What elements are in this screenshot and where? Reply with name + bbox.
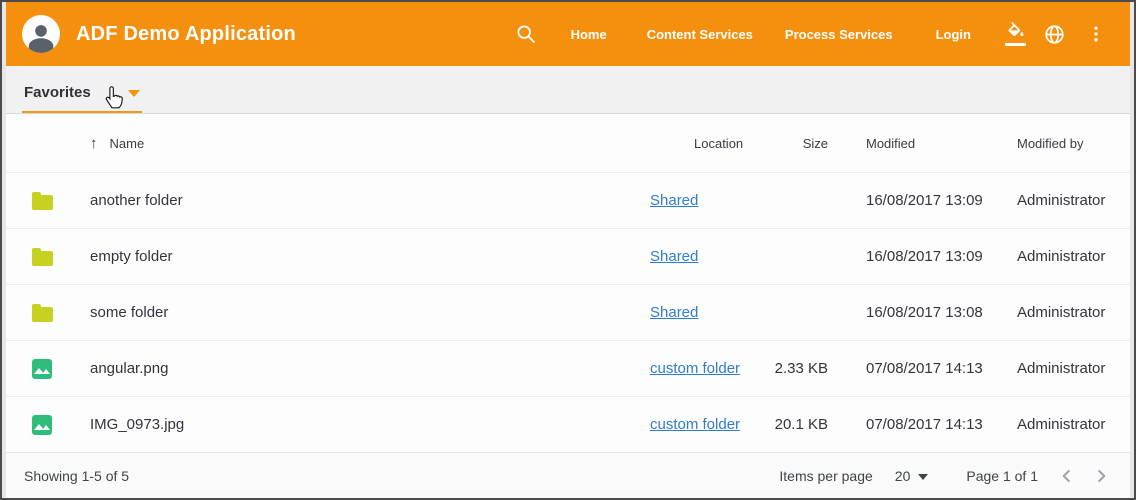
tab-favorites-label: Favorites (24, 84, 91, 101)
nav-login[interactable]: Login (936, 27, 971, 42)
theme-color-icon[interactable] (1005, 22, 1026, 46)
items-per-page-value: 20 (895, 468, 911, 484)
column-header-modified[interactable]: Modified (866, 136, 1017, 151)
header-actions: Home Content Services Process Services L… (515, 22, 1106, 46)
page-status-label: Page 1 of 1 (966, 468, 1038, 484)
theme-color-underline (1005, 43, 1026, 46)
app-header: ADF Demo Application Home Content Servic… (6, 2, 1130, 66)
tab-favorites[interactable]: Favorites (22, 71, 142, 113)
file-name: angular.png (90, 360, 650, 377)
search-icon[interactable] (515, 23, 537, 45)
files-table: ↑ Name Location Size Modified Modified b… (6, 114, 1130, 452)
modified-date: 16/08/2017 13:09 (866, 248, 1017, 265)
pagination-bar: Showing 1-5 of 5 Items per page 20 Page … (6, 452, 1130, 498)
modified-by: Administrator (1017, 192, 1130, 209)
file-size: 2.33 KB (766, 360, 866, 377)
table-header-row: ↑ Name Location Size Modified Modified b… (6, 114, 1130, 172)
chevron-right-icon (1090, 465, 1112, 487)
sort-ascending-icon: ↑ (90, 135, 98, 152)
person-icon (24, 19, 58, 53)
language-globe-icon[interactable] (1043, 23, 1066, 46)
modified-date: 07/08/2017 14:13 (866, 416, 1017, 433)
nav-content-services[interactable]: Content Services (647, 27, 753, 42)
location-link[interactable]: custom folder (650, 360, 740, 377)
modified-by: Administrator (1017, 360, 1130, 377)
table-body: another folder Shared 16/08/2017 13:09 A… (6, 172, 1130, 452)
column-name-label: Name (110, 136, 145, 151)
image-file-icon (32, 415, 52, 435)
folder-icon (32, 195, 53, 210)
more-menu-icon[interactable] (1086, 24, 1106, 44)
column-header-location[interactable]: Location (650, 136, 766, 151)
modified-date: 16/08/2017 13:09 (866, 192, 1017, 209)
file-name: some folder (90, 304, 650, 321)
modified-by: Administrator (1017, 248, 1130, 265)
modified-date: 16/08/2017 13:08 (866, 304, 1017, 321)
dropdown-caret-icon[interactable] (128, 90, 140, 97)
items-per-page-label: Items per page (779, 468, 872, 484)
folder-icon (32, 251, 53, 266)
location-link[interactable]: Shared (650, 304, 698, 321)
file-name: IMG_0973.jpg (90, 416, 650, 433)
user-avatar-icon[interactable] (22, 15, 60, 53)
showing-range-label: Showing 1-5 of 5 (24, 468, 129, 484)
table-row[interactable]: some folder Shared 16/08/2017 13:08 Admi… (6, 284, 1130, 340)
tab-bar: Favorites (6, 66, 1130, 114)
items-per-page-select[interactable]: 20 (895, 468, 929, 484)
table-row[interactable]: empty folder Shared 16/08/2017 13:09 Adm… (6, 228, 1130, 284)
nav-home[interactable]: Home (571, 27, 607, 42)
chevron-left-icon (1056, 465, 1078, 487)
app-title: ADF Demo Application (76, 23, 296, 46)
pagination-controls: Items per page 20 Page 1 of 1 (779, 465, 1112, 487)
table-row[interactable]: another folder Shared 16/08/2017 13:09 A… (6, 172, 1130, 228)
folder-icon (32, 307, 53, 322)
modified-by: Administrator (1017, 304, 1130, 321)
file-size: 20.1 KB (766, 416, 866, 433)
location-link[interactable]: custom folder (650, 416, 740, 433)
items-per-page-caret-icon (918, 474, 928, 480)
pagination-prev-button[interactable] (1056, 465, 1078, 487)
pagination-next-button[interactable] (1090, 465, 1112, 487)
nav-process-services[interactable]: Process Services (785, 27, 893, 42)
file-name: empty folder (90, 248, 650, 265)
table-row[interactable]: IMG_0973.jpg custom folder 20.1 KB 07/08… (6, 396, 1130, 452)
location-link[interactable]: Shared (650, 248, 698, 265)
location-link[interactable]: Shared (650, 192, 698, 209)
file-name: another folder (90, 192, 650, 209)
table-row[interactable]: angular.png custom folder 2.33 KB 07/08/… (6, 340, 1130, 396)
column-header-modified-by[interactable]: Modified by (1017, 136, 1130, 151)
modified-by: Administrator (1017, 416, 1130, 433)
image-file-icon (32, 359, 52, 379)
column-header-name[interactable]: ↑ Name (90, 135, 650, 152)
modified-date: 07/08/2017 14:13 (866, 360, 1017, 377)
column-header-size[interactable]: Size (766, 136, 866, 151)
app-window: ADF Demo Application Home Content Servic… (0, 0, 1136, 500)
adf-app: ADF Demo Application Home Content Servic… (6, 2, 1130, 498)
